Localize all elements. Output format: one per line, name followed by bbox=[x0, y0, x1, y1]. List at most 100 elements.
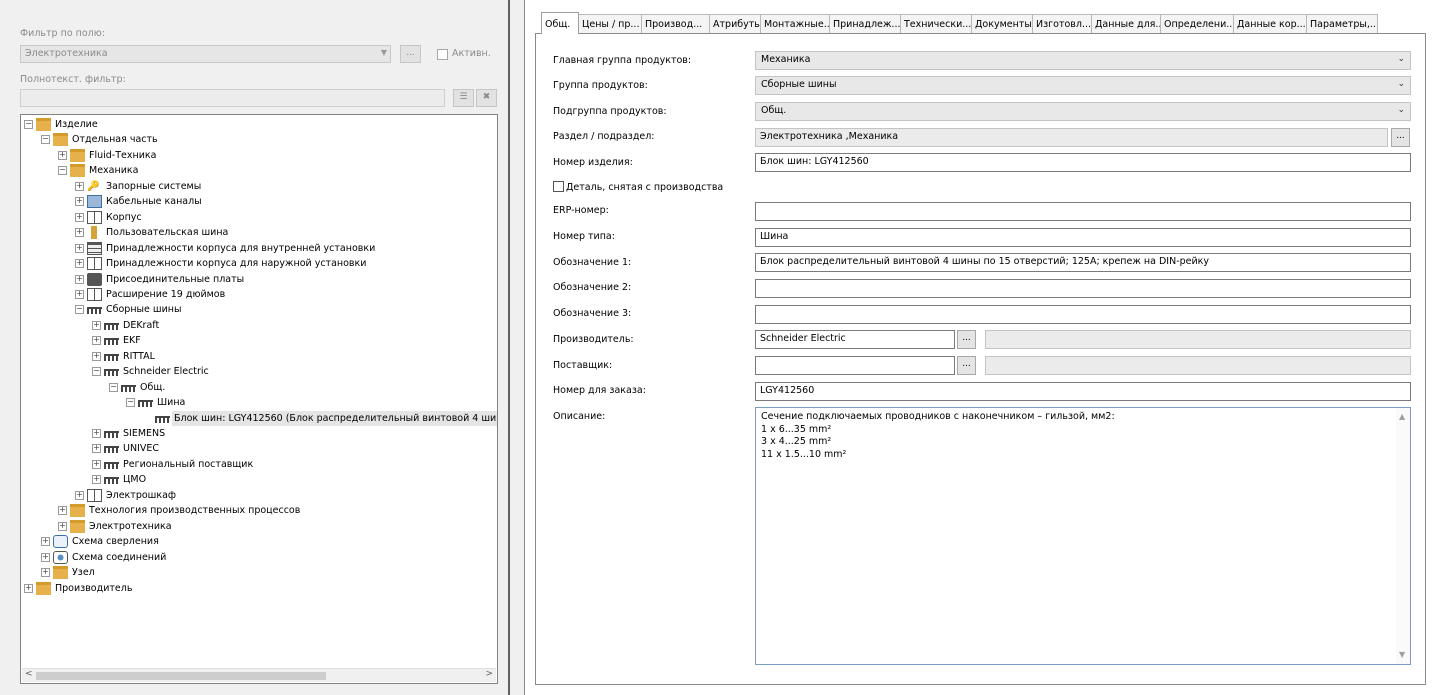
filter-browse-button[interactable]: ... bbox=[400, 45, 421, 63]
collapse-icon[interactable]: − bbox=[92, 367, 101, 377]
expand-icon[interactable]: + bbox=[41, 568, 50, 578]
scroll-down-icon[interactable]: ▼ bbox=[1399, 649, 1405, 662]
busbar-icon bbox=[121, 384, 136, 392]
expand-icon[interactable]: + bbox=[41, 537, 50, 547]
expand-icon[interactable]: + bbox=[75, 197, 84, 207]
discontinued-row[interactable]: Деталь, снятая с производства bbox=[553, 181, 723, 193]
product-tree[interactable]: − Изделие − Отдельная часть + Fluid-Техника − М… bbox=[20, 114, 498, 684]
cube-icon bbox=[87, 195, 102, 209]
tab-item[interactable]: Данные для... bbox=[1091, 14, 1161, 34]
section-browse-button[interactable]: ... bbox=[1391, 128, 1410, 147]
tab-item[interactable]: Документы bbox=[971, 14, 1033, 34]
manufacturer-label: Производитель: bbox=[553, 334, 634, 345]
description-label: Описание: bbox=[553, 411, 606, 422]
description-line: Сечение подключаемых проводников с након… bbox=[761, 411, 1115, 422]
collapse-icon[interactable]: − bbox=[75, 305, 84, 315]
supplier-name-field bbox=[985, 356, 1411, 375]
collapse-icon[interactable]: − bbox=[41, 135, 50, 145]
expand-icon[interactable]: + bbox=[92, 351, 101, 361]
type-number-label: Номер типа: bbox=[553, 231, 615, 242]
part-number-label: Номер изделия: bbox=[553, 157, 633, 168]
tree-item-label: Технология производственных процессов bbox=[89, 505, 301, 517]
supplier-field[interactable] bbox=[755, 356, 955, 375]
expand-icon[interactable]: + bbox=[24, 583, 33, 593]
subgroup-select[interactable]: Общ. ⌄ bbox=[755, 102, 1411, 121]
expand-icon[interactable]: + bbox=[75, 289, 84, 299]
order-number-field[interactable]: LGY412560 bbox=[755, 382, 1411, 401]
filter-clear-button[interactable]: ✖ bbox=[476, 89, 497, 107]
scroll-left-icon[interactable]: < bbox=[25, 669, 33, 679]
scroll-up-icon[interactable]: ▲ bbox=[1399, 411, 1405, 424]
tab-item[interactable]: Принадлеж... bbox=[829, 14, 901, 34]
tree-item-label: Шина bbox=[157, 397, 186, 409]
main-group-select[interactable]: Механика ⌄ bbox=[755, 51, 1411, 70]
designation-3-field[interactable] bbox=[755, 305, 1411, 324]
expand-icon[interactable]: + bbox=[41, 552, 50, 562]
busbar-icon bbox=[104, 461, 119, 469]
tab-item[interactable]: Цены / пр... bbox=[578, 14, 642, 34]
scroll-thumb[interactable] bbox=[36, 672, 326, 680]
tab-item[interactable]: Данные кор... bbox=[1233, 14, 1307, 34]
tab-item[interactable]: Общ. bbox=[541, 12, 579, 34]
tab-item[interactable]: Атрибуты bbox=[709, 14, 761, 34]
splitter[interactable] bbox=[508, 0, 510, 695]
manufacturer-field[interactable]: Schneider Electric bbox=[755, 330, 955, 349]
type-number-field[interactable]: Шина bbox=[755, 228, 1411, 247]
expand-icon[interactable]: + bbox=[92, 475, 101, 485]
collapse-icon[interactable]: − bbox=[109, 382, 118, 392]
erp-field[interactable] bbox=[755, 202, 1411, 221]
expand-icon[interactable]: + bbox=[58, 521, 67, 531]
tree-horizontal-scrollbar[interactable]: < > bbox=[22, 668, 496, 682]
manufacturer-browse-button[interactable]: ... bbox=[957, 330, 976, 349]
folder-icon bbox=[53, 566, 68, 580]
cabinet-icon bbox=[87, 287, 102, 301]
expand-icon[interactable]: + bbox=[92, 336, 101, 346]
expand-icon[interactable]: + bbox=[75, 274, 84, 284]
expand-icon[interactable]: + bbox=[75, 243, 84, 253]
tree-item-label: SIEMENS bbox=[123, 428, 166, 439]
designation-2-field[interactable] bbox=[755, 279, 1411, 298]
discontinued-checkbox[interactable] bbox=[553, 181, 564, 192]
expand-icon[interactable]: + bbox=[75, 228, 84, 238]
tree-item-label: Присоединительные платы bbox=[106, 273, 245, 285]
collapse-icon[interactable]: − bbox=[24, 120, 33, 129]
expand-icon[interactable]: + bbox=[58, 150, 67, 160]
group-select[interactable]: Сборные шины ⌄ bbox=[755, 76, 1411, 95]
collapse-icon[interactable]: − bbox=[58, 166, 67, 176]
tab-item[interactable]: Определени... bbox=[1160, 14, 1234, 34]
part-number-field[interactable]: Блок шин: LGY412560 bbox=[755, 153, 1411, 172]
expand-icon[interactable]: + bbox=[75, 259, 84, 269]
collapse-icon[interactable]: − bbox=[126, 398, 135, 408]
tab-item[interactable]: Технически... bbox=[900, 14, 972, 34]
tab-item[interactable]: Монтажные... bbox=[760, 14, 830, 34]
active-checkbox[interactable] bbox=[437, 49, 448, 60]
busbar-icon bbox=[104, 338, 119, 346]
field-filter-select[interactable]: Электротехника ▼ bbox=[20, 45, 391, 63]
expand-icon[interactable]: + bbox=[58, 506, 67, 516]
designation-1-field[interactable]: Блок распределительный винтовой 4 шины п… bbox=[755, 253, 1411, 272]
supplier-browse-button[interactable]: ... bbox=[957, 356, 976, 375]
tree-item-label: Кабельные каналы bbox=[106, 196, 202, 208]
tab-item[interactable]: Производ... bbox=[641, 14, 710, 34]
description-scrollbar[interactable]: ▲ ▼ bbox=[1396, 408, 1410, 664]
section-field[interactable]: Электротехника ,Механика bbox=[755, 128, 1388, 147]
expand-icon[interactable]: + bbox=[92, 320, 101, 330]
expand-icon[interactable]: + bbox=[92, 444, 101, 454]
expand-icon[interactable]: + bbox=[92, 429, 101, 438]
expand-icon[interactable]: + bbox=[75, 212, 84, 222]
expand-icon[interactable]: + bbox=[75, 181, 84, 191]
tab-item[interactable]: Параметры,... bbox=[1306, 14, 1378, 34]
tree-item-label: Схема соединений bbox=[72, 551, 167, 563]
expand-icon[interactable]: + bbox=[75, 490, 84, 500]
tree-item-label: ЦМО bbox=[123, 474, 147, 486]
main-group-value: Механика bbox=[761, 54, 811, 65]
busbar-icon bbox=[155, 415, 170, 423]
scroll-right-icon[interactable]: > bbox=[485, 669, 493, 679]
description-textarea[interactable]: Сечение подключаемых проводников с након… bbox=[755, 407, 1411, 665]
plate-icon bbox=[87, 272, 102, 286]
tab-item[interactable]: Изготовл... bbox=[1032, 14, 1092, 34]
expand-icon[interactable]: + bbox=[92, 459, 101, 469]
fulltext-filter-input[interactable] bbox=[20, 89, 445, 107]
filter-apply-button[interactable]: ☰ bbox=[453, 89, 474, 107]
description-line: 11 x 1.5...10 mm² bbox=[761, 448, 847, 460]
